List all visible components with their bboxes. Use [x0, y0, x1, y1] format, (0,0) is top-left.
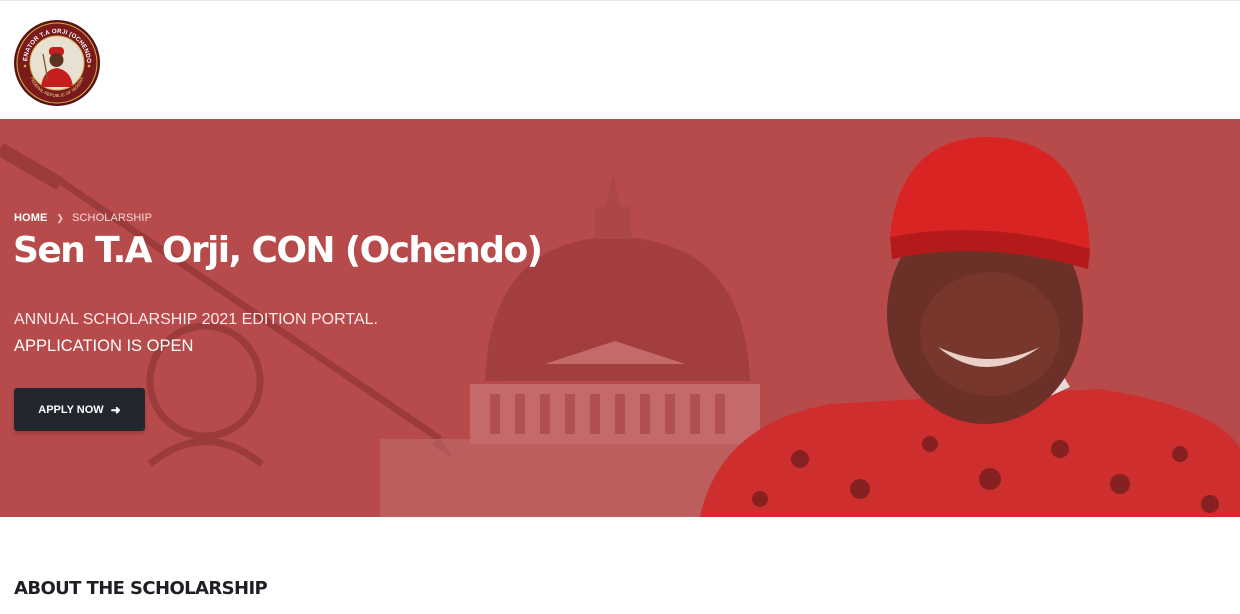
- apply-now-label: APPLY NOW: [38, 403, 104, 416]
- chevron-right-icon: ❯: [56, 212, 65, 223]
- arrow-right-icon: ➜: [110, 402, 121, 417]
- hero-subtitle: ANNUAL SCHOLARSHIP 2021 EDITION PORTAL. …: [14, 307, 378, 359]
- apply-now-button[interactable]: APPLY NOW ➜: [14, 388, 145, 431]
- hero-subtitle-line2: APPLICATION IS OPEN: [14, 337, 194, 355]
- hero-title: Sen T.A Orji, CON (Ochendo): [13, 230, 543, 271]
- breadcrumb-current: SCHOLARSHIP: [72, 212, 153, 224]
- hero-subtitle-line1: ANNUAL SCHOLARSHIP 2021 EDITION PORTAL.: [14, 311, 378, 328]
- site-header: SENATOR T.A ORJI (OCHENDO) FEDERAL REPUB…: [0, 0, 1240, 119]
- about-scholarship-heading: ABOUT THE SCHOLARSHIP: [14, 578, 268, 599]
- logo-seal-icon: SENATOR T.A ORJI (OCHENDO) FEDERAL REPUB…: [13, 19, 100, 106]
- breadcrumb: HOME ❯ SCHOLARSHIP: [14, 212, 152, 224]
- hero-banner: HOME ❯ SCHOLARSHIP Sen T.A Orji, CON (Oc…: [0, 119, 1240, 517]
- breadcrumb-home-link[interactable]: HOME: [14, 212, 47, 224]
- site-logo[interactable]: SENATOR T.A ORJI (OCHENDO) FEDERAL REPUB…: [13, 19, 101, 107]
